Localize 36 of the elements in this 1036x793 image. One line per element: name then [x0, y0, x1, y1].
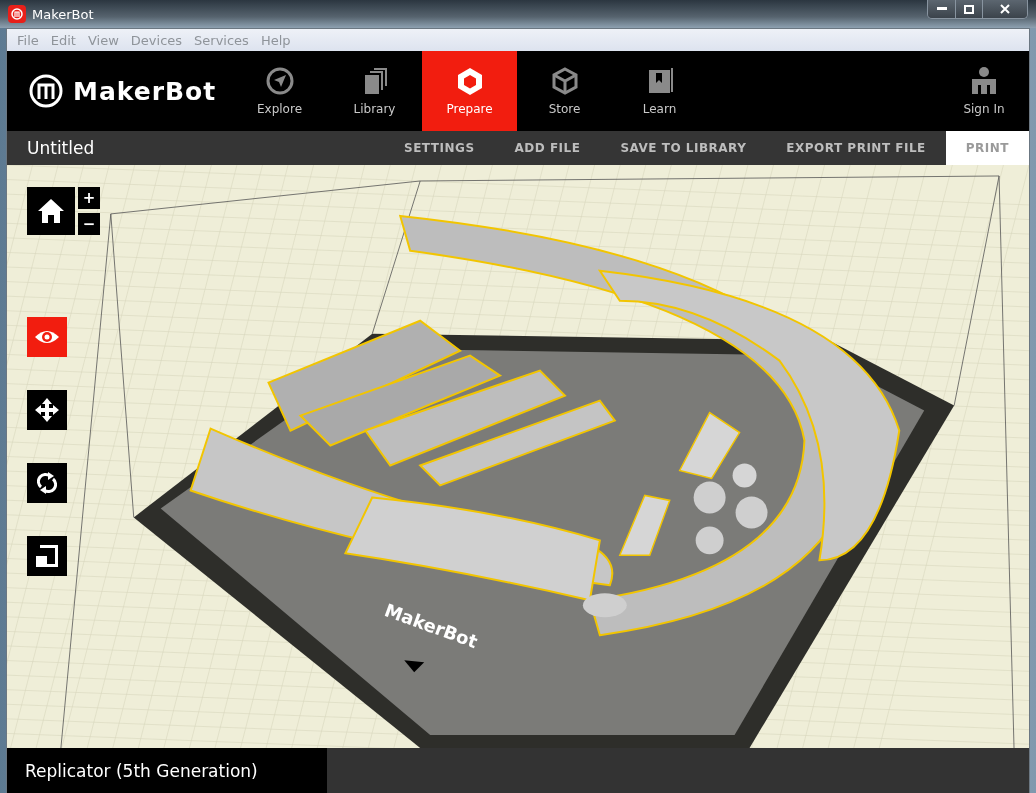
tool-button[interactable] — [27, 536, 67, 576]
minimize-icon — [936, 7, 947, 11]
move-arrows-icon — [34, 397, 60, 423]
toolbar-action[interactable]: SAVE TO LIBRARY — [600, 131, 767, 165]
minimize-button[interactable] — [928, 0, 955, 18]
nav-tab[interactable]: Store — [517, 51, 612, 131]
app-logo-icon — [8, 5, 26, 23]
rotate-icon — [37, 471, 57, 495]
scale-icon — [34, 543, 60, 569]
sign-in-button[interactable]: Sign In — [939, 51, 1029, 131]
toolbar-action[interactable]: EXPORT PRINT FILE — [766, 131, 946, 165]
document-title: Untitled — [26, 138, 96, 158]
brand-name: MakerBot — [73, 76, 217, 106]
printer-name: Replicator (5th Generation) — [7, 748, 327, 793]
window-title: MakerBot — [32, 6, 95, 22]
zoom-in-button[interactable]: + — [78, 187, 100, 209]
nav-tab[interactable]: Library — [327, 51, 422, 131]
maximize-button[interactable] — [955, 0, 982, 18]
nav-tab[interactable]: Explore — [232, 51, 327, 131]
front-marker-icon — [404, 660, 425, 673]
maximize-icon — [964, 4, 974, 14]
toolbar-action[interactable]: ADD FILE — [494, 131, 601, 165]
user-icon — [970, 66, 998, 96]
compass-icon — [264, 66, 295, 96]
close-button[interactable] — [982, 0, 1027, 18]
nav-tab[interactable]: Learn — [612, 51, 707, 131]
toolbar-action[interactable]: SETTINGS — [384, 131, 495, 165]
brand-logo-icon — [29, 74, 63, 108]
zoom-out-button[interactable]: − — [78, 213, 100, 235]
tool-button[interactable] — [27, 390, 67, 430]
home-view-button[interactable] — [27, 187, 75, 235]
home-icon — [37, 198, 65, 224]
tool-button[interactable] — [27, 463, 67, 503]
eye-icon — [34, 329, 60, 345]
close-icon — [1000, 4, 1010, 14]
nav-tab[interactable]: Prepare — [422, 51, 517, 131]
